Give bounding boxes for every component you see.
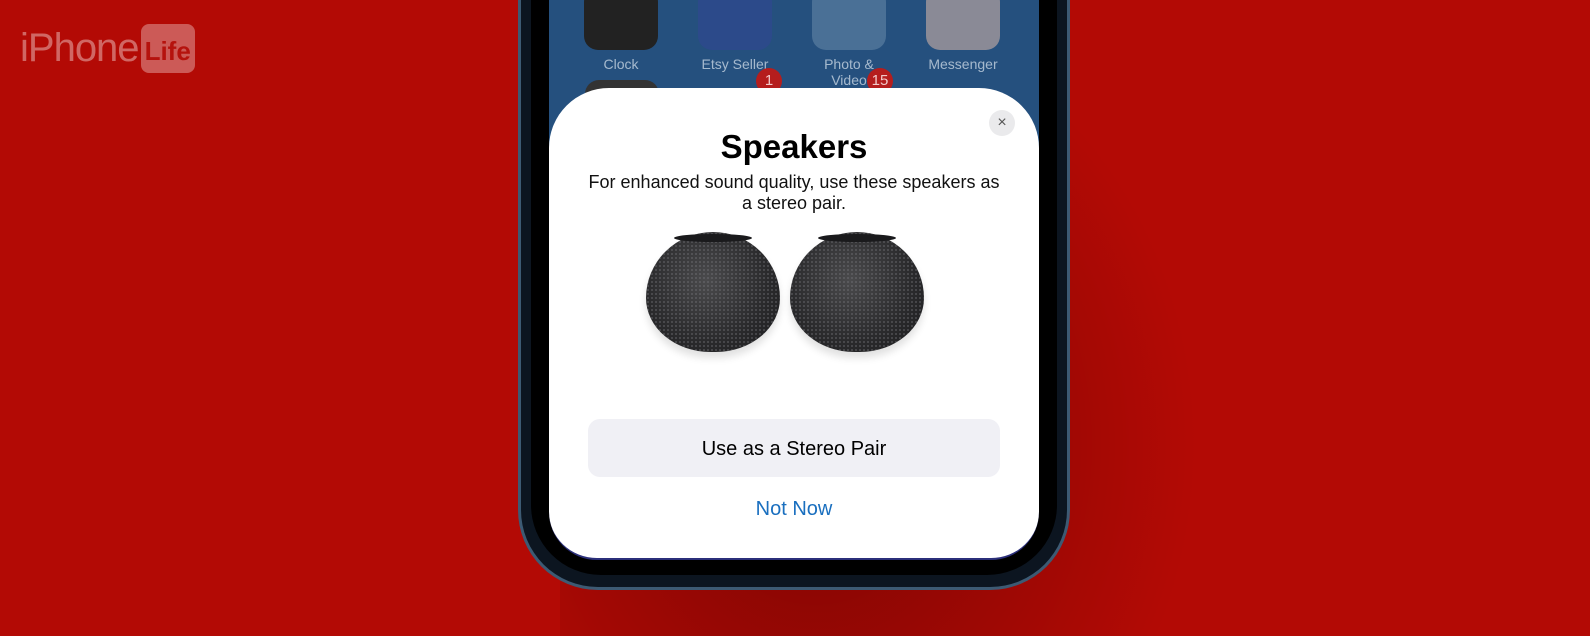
sheet-description: For enhanced sound quality, use these sp… [588,172,1000,213]
clock-icon [584,0,658,50]
sheet-title: Speakers [720,128,868,165]
homepod-mini-right-image [790,232,924,352]
app-messenger[interactable]: Messenger [925,0,1001,72]
etsy-icon [698,0,772,50]
app-clock[interactable]: Clock [583,0,659,72]
app-etsy-seller[interactable]: Etsy Seller [697,0,773,72]
logo-text: iPhone [20,26,140,70]
iphonelife-logo: iPhone Life [20,24,195,73]
app-label: Messenger [928,56,998,72]
folder-icon [812,0,886,50]
logo-badge: Life [140,24,195,73]
homepod-mini-left-image [646,232,780,352]
messenger-icon [926,0,1000,50]
not-now-button[interactable]: Not Now [549,498,1039,521]
stereo-pair-sheet: × Speakers For enhanced sound quality, u… [549,88,1039,560]
use-stereo-pair-button[interactable]: Use as a Stereo Pair [588,419,1000,477]
app-label: Etsy Seller [701,56,769,72]
app-label: Clock [603,56,639,72]
